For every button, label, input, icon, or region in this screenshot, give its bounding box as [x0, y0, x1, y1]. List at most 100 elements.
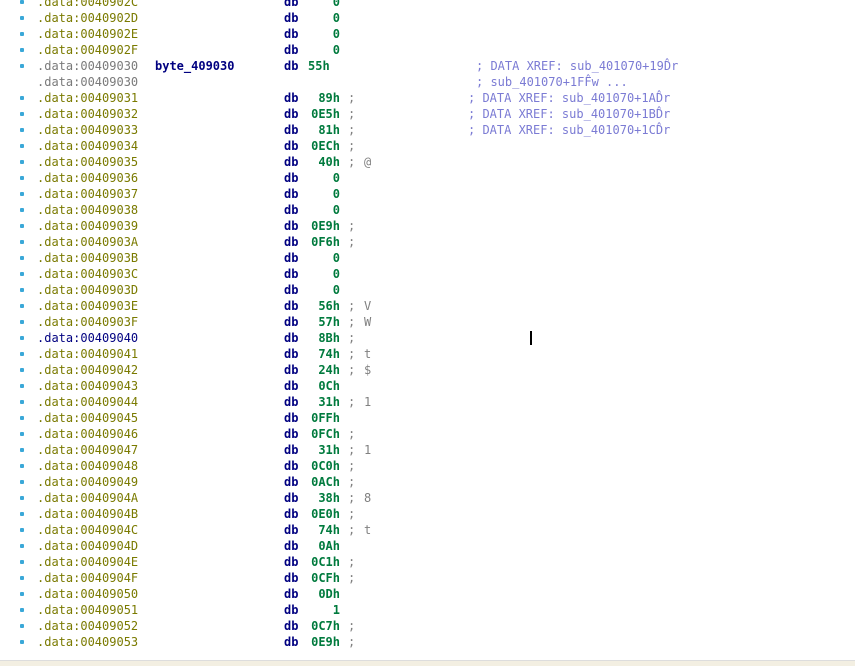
listing-row[interactable]: .data:0040903E db 56h; V [0, 298, 855, 314]
row-address[interactable]: .data:0040903F [37, 314, 138, 330]
listing-row[interactable]: .data:00409046 db 0FCh; [0, 426, 855, 442]
row-value[interactable]: 0E9h [308, 218, 340, 234]
listing-row[interactable]: .data:00409040 db 8Bh; [0, 330, 855, 346]
row-address[interactable]: .data:0040903A [37, 234, 138, 250]
row-value[interactable]: 74h [308, 522, 340, 538]
listing-row[interactable]: .data:00409051 db 1 [0, 602, 855, 618]
listing-row[interactable]: .data:0040902D db 0 [0, 10, 855, 26]
row-address[interactable]: .data:0040904A [37, 490, 138, 506]
row-address[interactable]: .data:0040903C [37, 266, 138, 282]
row-value[interactable]: 74h [308, 346, 340, 362]
listing-row[interactable]: .data:00409044 db 31h; 1 [0, 394, 855, 410]
row-value[interactable]: 0C1h [308, 554, 340, 570]
row-label[interactable]: byte_409030 [155, 58, 234, 74]
row-address[interactable]: .data:00409035 [37, 154, 138, 170]
row-address[interactable]: .data:00409031 [37, 90, 138, 106]
listing-row[interactable]: .data:00409031 db 89h; ; DATA XREF: sub_401… [0, 90, 855, 106]
row-value[interactable]: 89h [308, 90, 340, 106]
row-value[interactable]: 0 [308, 170, 340, 186]
row-address[interactable]: .data:0040904F [37, 570, 138, 586]
row-address[interactable]: .data:00409030 [37, 58, 138, 74]
row-address[interactable]: .data:0040902D [37, 10, 138, 26]
row-xref-comment[interactable]: ; DATA XREF: sub_401070+1CD̂r [468, 122, 670, 138]
row-value[interactable]: 56h [308, 298, 340, 314]
row-address[interactable]: .data:00409053 [37, 634, 138, 650]
row-address[interactable]: .data:00409041 [37, 346, 138, 362]
row-value[interactable]: 0ECh [308, 138, 340, 154]
row-address[interactable]: .data:00409046 [37, 426, 138, 442]
listing-row[interactable]: .data:0040904B db 0E0h; [0, 506, 855, 522]
listing-row[interactable]: .data:00409037 db 0 [0, 186, 855, 202]
row-value[interactable]: 0F6h [308, 234, 340, 250]
listing-row[interactable]: .data:00409050 db 0Dh [0, 586, 855, 602]
listing-row[interactable]: .data:0040902C db 0 [0, 0, 855, 10]
listing-row[interactable]: .data:0040904E db 0C1h; [0, 554, 855, 570]
listing-row[interactable]: .data:00409035 db 40h; @ [0, 154, 855, 170]
listing-row[interactable]: .data:0040902E db 0 [0, 26, 855, 42]
row-address[interactable]: .data:00409039 [37, 218, 138, 234]
listing-row[interactable]: .data:00409045 db 0FFh [0, 410, 855, 426]
row-value[interactable]: 0C7h [308, 618, 340, 634]
row-value[interactable]: 0 [308, 186, 340, 202]
row-value[interactable]: 0Ch [308, 378, 340, 394]
listing-row[interactable]: .data:00409038 db 0 [0, 202, 855, 218]
listing-row[interactable]: .data:00409041 db 74h; t [0, 346, 855, 362]
row-value[interactable]: 0 [308, 0, 340, 10]
row-address[interactable]: .data:00409030 [37, 74, 138, 90]
listing-row[interactable]: .data:00409032 db 0E5h; ; DATA XREF: sub_40… [0, 106, 855, 122]
row-address[interactable]: .data:0040902C [37, 0, 138, 10]
row-address[interactable]: .data:00409051 [37, 602, 138, 618]
row-address[interactable]: .data:0040903D [37, 282, 138, 298]
row-address[interactable]: .data:0040904C [37, 522, 138, 538]
row-address[interactable]: .data:00409038 [37, 202, 138, 218]
listing-row[interactable]: .data:0040903A db 0F6h; [0, 234, 855, 250]
listing-row[interactable]: .data:00409030 ; sub_401070+1FF̂w ... [0, 74, 855, 90]
listing-row[interactable]: .data:0040904F db 0CFh; [0, 570, 855, 586]
listing-row[interactable]: .data:0040903F db 57h; W [0, 314, 855, 330]
row-address[interactable]: .data:00409052 [37, 618, 138, 634]
row-address[interactable]: .data:00409032 [37, 106, 138, 122]
listing-row[interactable]: .data:00409052 db 0C7h; [0, 618, 855, 634]
row-value[interactable]: 40h [308, 154, 340, 170]
row-xref-comment[interactable]: ; DATA XREF: sub_401070+1BD̂r [468, 106, 670, 122]
listing-row[interactable]: .data:0040904D db 0Ah [0, 538, 855, 554]
row-value[interactable]: 0E0h [308, 506, 340, 522]
row-value[interactable]: 0 [308, 282, 340, 298]
row-address[interactable]: .data:0040902E [37, 26, 138, 42]
row-address[interactable]: .data:0040904B [37, 506, 138, 522]
row-address[interactable]: .data:00409043 [37, 378, 138, 394]
row-address[interactable]: .data:0040903E [37, 298, 138, 314]
row-address[interactable]: .data:00409033 [37, 122, 138, 138]
row-address[interactable]: .data:0040902F [37, 42, 138, 58]
listing-row[interactable]: .data:00409049 db 0ACh; [0, 474, 855, 490]
row-value[interactable]: 0FCh [308, 426, 340, 442]
row-value[interactable]: 0 [308, 42, 340, 58]
listing-row[interactable]: .data:00409053 db 0E9h; [0, 634, 855, 650]
row-value[interactable]: 57h [308, 314, 340, 330]
listing-row[interactable]: .data:00409047 db 31h; 1 [0, 442, 855, 458]
row-address[interactable]: .data:00409042 [37, 362, 138, 378]
listing-row[interactable]: .data:0040903C db 0 [0, 266, 855, 282]
listing-row[interactable]: .data:00409030 byte_409030 db 55h ; DATA XRE… [0, 58, 855, 74]
row-value[interactable]: 0Ah [308, 538, 340, 554]
row-xref-comment[interactable]: ; DATA XREF: sub_401070+19D̂r [476, 58, 678, 74]
row-address[interactable]: .data:00409036 [37, 170, 138, 186]
row-address[interactable]: .data:0040904D [37, 538, 138, 554]
disassembly-listing[interactable]: .data:0040902C db 0 .data:0040902D db 0 .data:… [0, 0, 855, 660]
row-value[interactable]: 0E9h [308, 634, 340, 650]
row-value[interactable]: 0E5h [308, 106, 340, 122]
row-value[interactable]: 0 [308, 202, 340, 218]
row-value[interactable]: 55h [308, 58, 340, 74]
row-value[interactable]: 0FFh [308, 410, 340, 426]
row-value[interactable]: 0CFh [308, 570, 340, 586]
row-value[interactable]: 0 [308, 10, 340, 26]
row-xref-comment[interactable]: ; DATA XREF: sub_401070+1AD̂r [468, 90, 670, 106]
row-value[interactable]: 0 [308, 250, 340, 266]
row-address[interactable]: .data:0040903B [37, 250, 138, 266]
row-value[interactable]: 0 [308, 266, 340, 282]
row-value[interactable]: 0Dh [308, 586, 340, 602]
listing-row[interactable]: .data:00409036 db 0 [0, 170, 855, 186]
row-value[interactable]: 81h [308, 122, 340, 138]
row-address[interactable]: .data:00409050 [37, 586, 138, 602]
row-value[interactable]: 8Bh [308, 330, 340, 346]
